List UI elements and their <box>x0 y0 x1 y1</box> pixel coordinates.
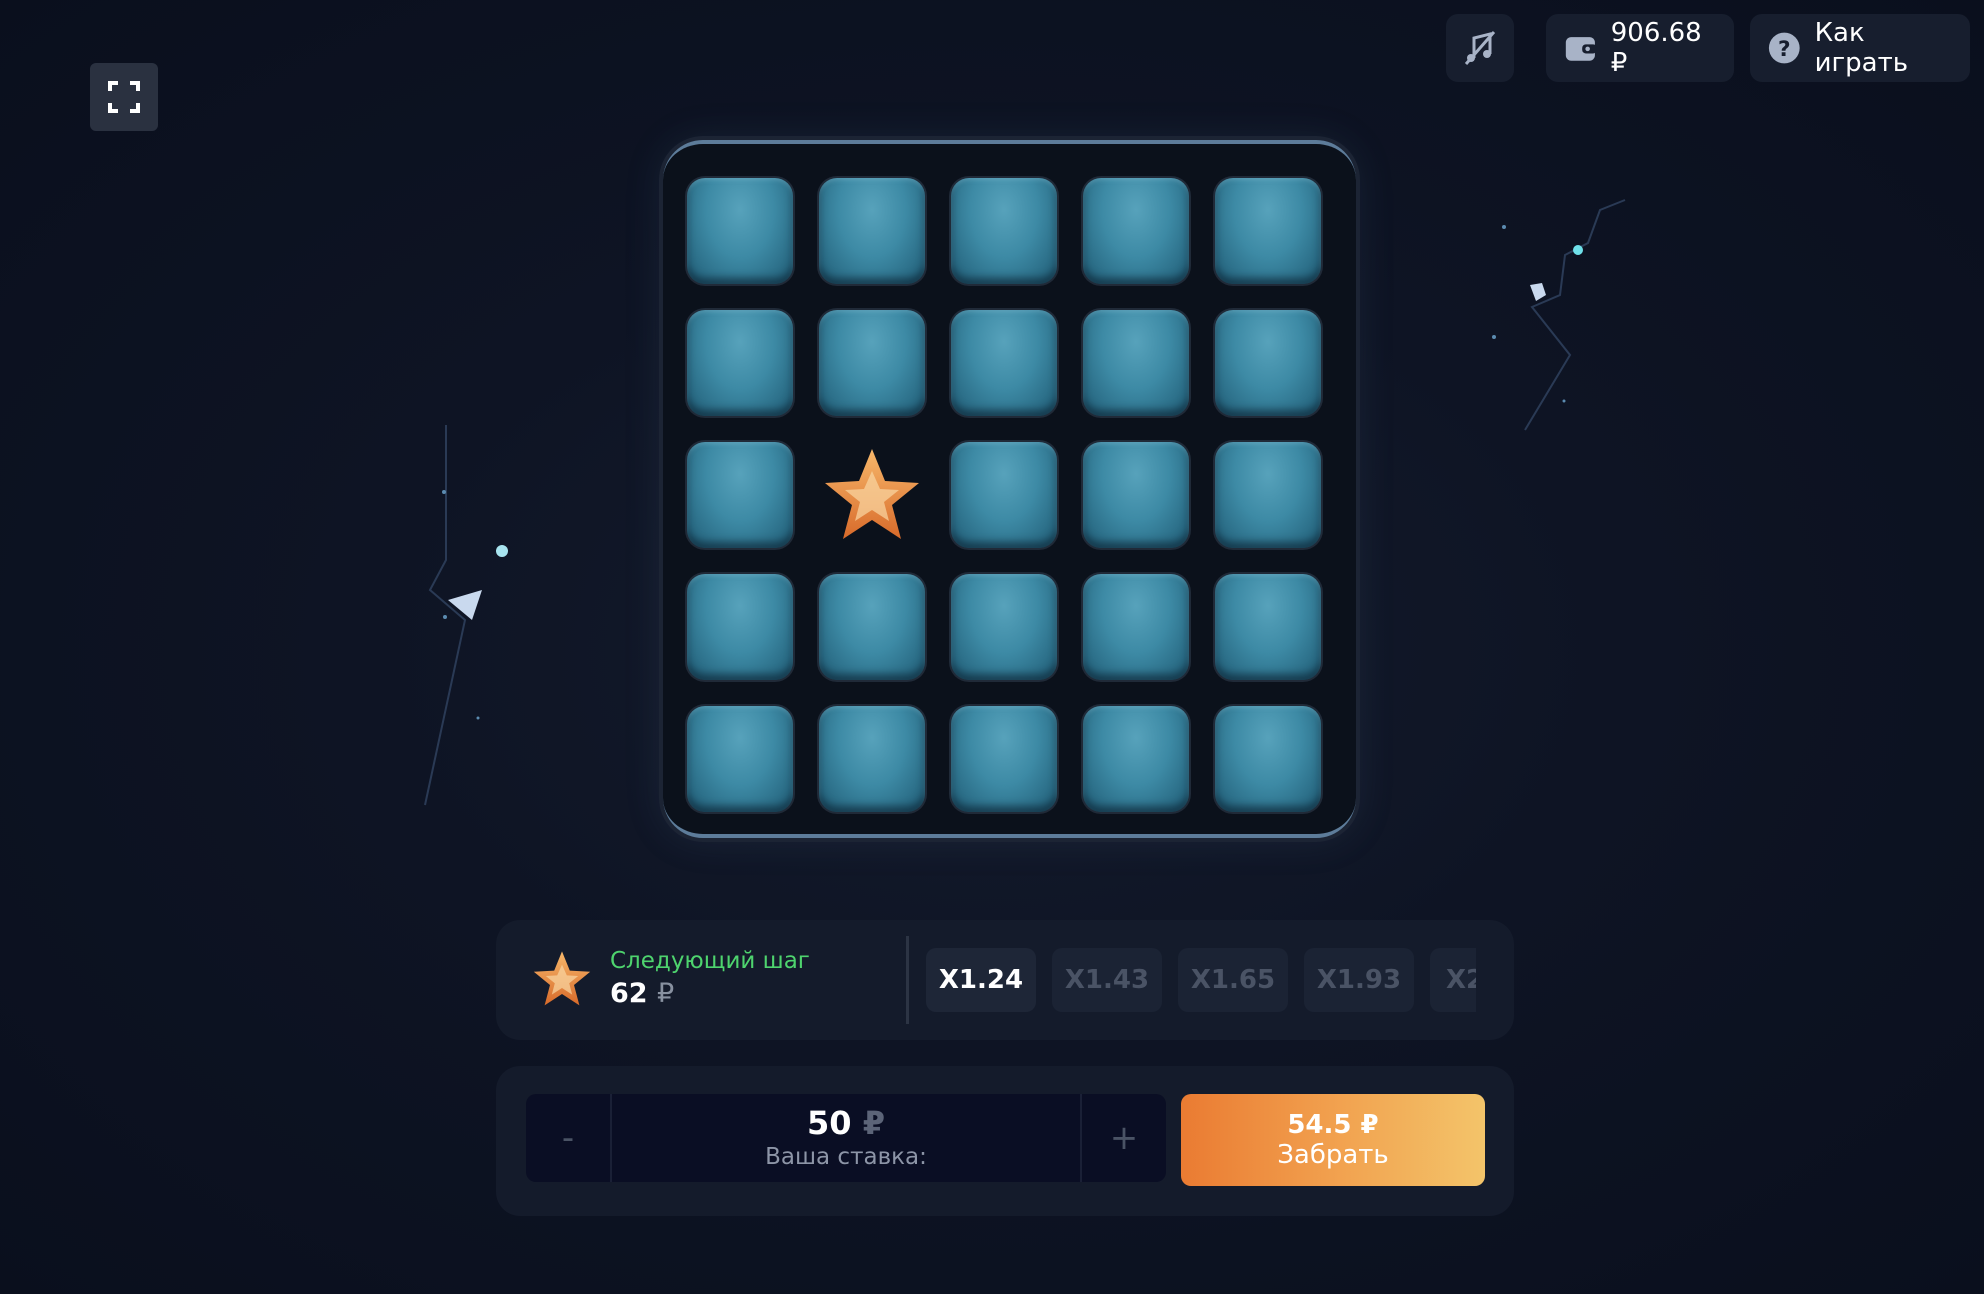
question-icon: ? <box>1768 32 1800 64</box>
balance-display: 906.68 ₽ <box>1546 14 1734 82</box>
fullscreen-button[interactable] <box>90 63 158 131</box>
next-step-info: Следующий шаг 62 ₽ <box>532 948 810 1009</box>
bet-caption: Ваша ставка: <box>765 1144 927 1170</box>
star-icon <box>533 950 591 1005</box>
cashout-button[interactable]: 54.5 ₽ Забрать <box>1181 1094 1485 1186</box>
multiplier-step-3: X1.65 <box>1178 948 1288 1012</box>
crystal-decoration-right <box>1492 199 1626 431</box>
sound-toggle-button[interactable] <box>1446 14 1514 82</box>
bet-amount-value: 50 <box>807 1104 852 1142</box>
tile-r1-c5[interactable] <box>1215 178 1321 284</box>
multiplier-list: X1.24 X1.43 X1.65 X1.93 X2 <box>926 948 1476 1012</box>
progress-panel: Следующий шаг 62 ₽ X1.24 X1.43 X1.65 X1.… <box>496 920 1514 1040</box>
cashout-amount: 54.5 ₽ <box>1287 1110 1379 1140</box>
tile-r5-c1[interactable] <box>687 706 793 812</box>
multiplier-step-1: X1.24 <box>926 948 1036 1012</box>
tile-r5-c4[interactable] <box>1083 706 1189 812</box>
tile-r5-c3[interactable] <box>951 706 1057 812</box>
balance-value: 906.68 ₽ <box>1610 18 1702 78</box>
tile-r2-c2[interactable] <box>819 310 925 416</box>
bet-panel: - 50 ₽ Ваша ставка: + 54.5 ₽ Забрать <box>496 1066 1514 1216</box>
multiplier-step-2: X1.43 <box>1052 948 1162 1012</box>
tile-r4-c2[interactable] <box>819 574 925 680</box>
tile-r5-c2[interactable] <box>819 706 925 812</box>
tile-r4-c3[interactable] <box>951 574 1057 680</box>
bet-amount: 50 ₽ <box>616 1104 1076 1142</box>
cashout-label: Забрать <box>1277 1140 1389 1170</box>
next-step-amount: 62 ₽ <box>610 978 810 1009</box>
bet-currency: ₽ <box>862 1104 885 1142</box>
tile-r3-c3[interactable] <box>951 442 1057 548</box>
decrease-bet-button[interactable]: - <box>526 1094 612 1182</box>
crystal-decoration-left <box>424 425 508 806</box>
next-step-label: Следующий шаг <box>610 948 810 974</box>
tile-r1-c1[interactable] <box>687 178 793 284</box>
increase-bet-button[interactable]: + <box>1080 1094 1166 1182</box>
tile-r5-c5[interactable] <box>1215 706 1321 812</box>
tile-r2-c3[interactable] <box>951 310 1057 416</box>
divider <box>906 936 909 1024</box>
next-step-value: 62 <box>610 978 648 1009</box>
tile-r4-c1[interactable] <box>687 574 793 680</box>
star-icon <box>825 449 919 539</box>
tile-r4-c4[interactable] <box>1083 574 1189 680</box>
tile-r3-c5[interactable] <box>1215 442 1321 548</box>
how-to-play-label: Как играть <box>1814 18 1909 78</box>
tile-r3-c1[interactable] <box>687 442 793 548</box>
wallet-icon <box>1565 37 1597 61</box>
game-board <box>663 140 1356 838</box>
bet-input-box: - 50 ₽ Ваша ставка: + <box>526 1094 1166 1182</box>
tile-r3-c4[interactable] <box>1083 442 1189 548</box>
fullscreen-icon <box>108 81 140 113</box>
multiplier-step-4: X1.93 <box>1304 948 1414 1012</box>
tile-r2-c1[interactable] <box>687 310 793 416</box>
multiplier-step-5: X2 <box>1430 948 1476 1012</box>
how-to-play-button[interactable]: ? Как играть <box>1750 14 1970 82</box>
bet-display[interactable]: 50 ₽ Ваша ставка: <box>616 1104 1076 1170</box>
tile-r1-c2[interactable] <box>819 178 925 284</box>
next-step-currency: ₽ <box>656 978 675 1009</box>
tile-r1-c3[interactable] <box>951 178 1057 284</box>
tile-r1-c4[interactable] <box>1083 178 1189 284</box>
tile-r3-c2 <box>819 442 925 548</box>
tile-r4-c5[interactable] <box>1215 574 1321 680</box>
tile-grid <box>687 178 1321 812</box>
svg-text:?: ? <box>1778 37 1791 62</box>
tile-r2-c4[interactable] <box>1083 310 1189 416</box>
tile-r2-c5[interactable] <box>1215 310 1321 416</box>
sound-off-icon <box>1464 31 1496 65</box>
